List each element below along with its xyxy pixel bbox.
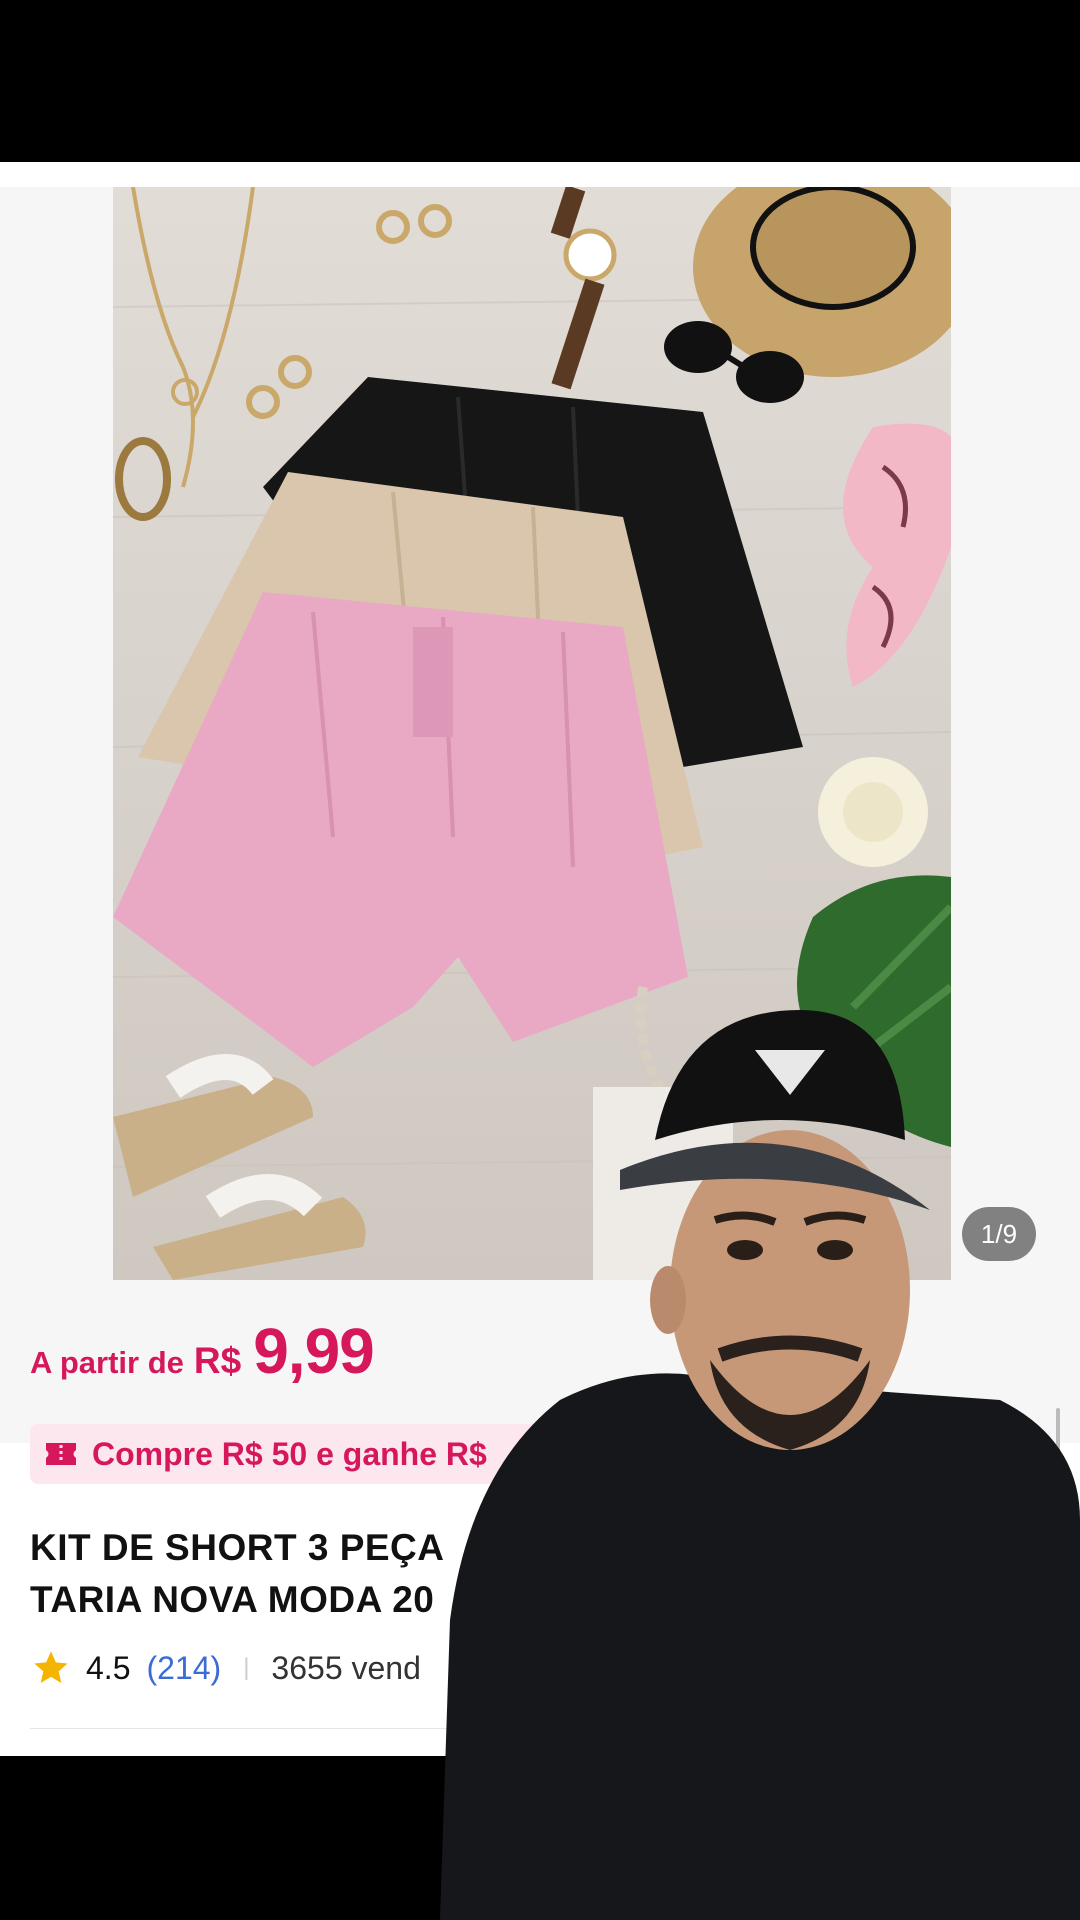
separator: |: [243, 1654, 250, 1681]
rating-row: 4.5 (214) | 3655 vend: [30, 1648, 421, 1688]
top-letterbox: [0, 0, 1080, 162]
price-prefix: A partir de: [30, 1345, 184, 1380]
coupon-icon: [46, 1443, 76, 1465]
product-title-line1: KIT DE SHORT 3 PEÇA: [30, 1527, 445, 1568]
star-icon: [34, 1651, 68, 1683]
product-page: 1/9 A partir de R$ 9,99 Compre R$ 50 e g…: [0, 162, 1080, 1756]
scrollbar[interactable]: [1056, 1408, 1060, 1478]
image-gallery[interactable]: 1/9: [0, 187, 1080, 1443]
divider: [30, 1728, 1050, 1729]
rating-value: 4.5: [86, 1649, 131, 1686]
product-photo[interactable]: [113, 187, 951, 1280]
chevron-right-icon: ›: [1016, 1436, 1026, 1469]
price-value: 9,99: [253, 1315, 375, 1387]
price-currency: R$: [193, 1340, 242, 1381]
bottom-letterbox: [0, 1756, 1080, 1920]
review-count-link[interactable]: (214): [146, 1650, 221, 1687]
promo-text: Compre R$ 50 e ganhe R$: [92, 1435, 487, 1472]
image-counter: 1/9: [962, 1207, 1036, 1261]
promo-banner[interactable]: Compre R$ 50 e ganhe R$ ›: [30, 1424, 1040, 1484]
price-row: A partir de R$ 9,99: [30, 1314, 375, 1388]
product-photo-art: [113, 187, 951, 1280]
product-title: KIT DE SHORT 3 PEÇA TARIA NOVA MODA 20: [30, 1522, 1050, 1626]
product-title-line2: TARIA NOVA MODA 20: [30, 1579, 435, 1620]
sold-count: 3655 vend: [271, 1649, 421, 1686]
